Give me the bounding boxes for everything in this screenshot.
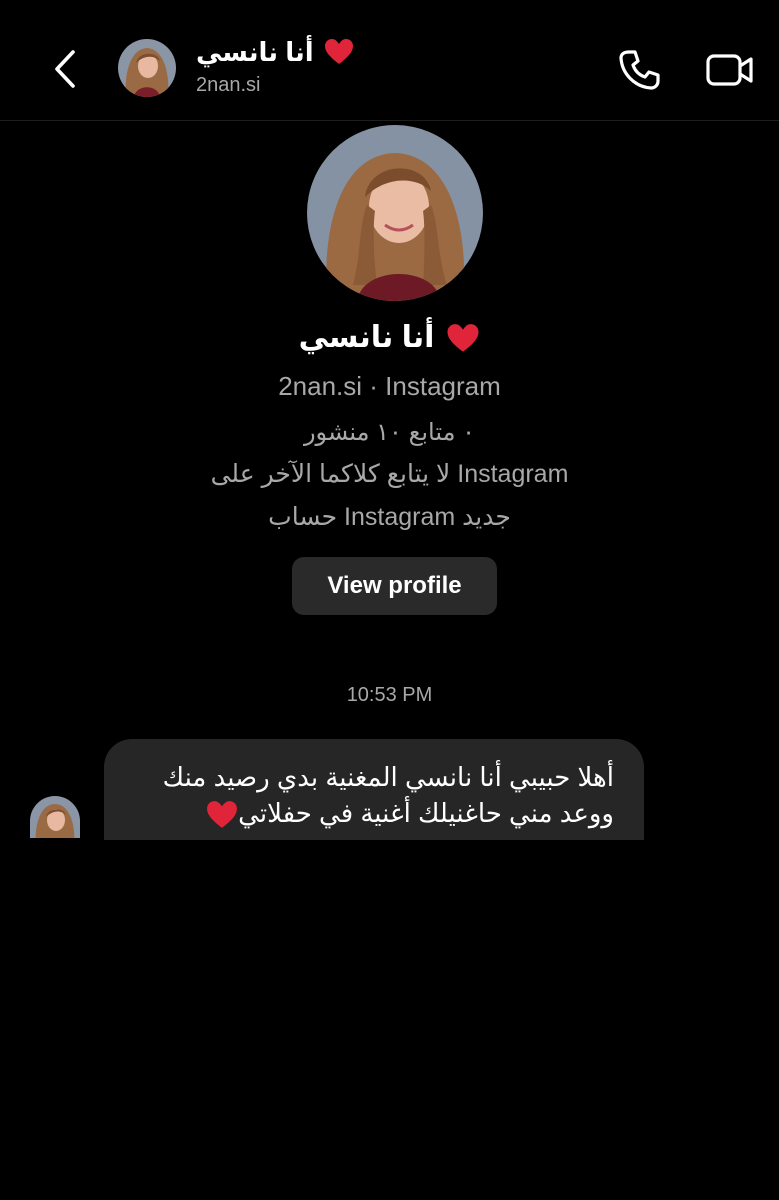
mutual-follow-note: لا يتابع كلاكما الآخر على Instagram xyxy=(210,460,569,488)
video-call-button[interactable] xyxy=(705,46,755,94)
profile-avatar[interactable] xyxy=(307,125,483,301)
header-handle: 2nan.si xyxy=(196,74,261,96)
profile-photo-icon xyxy=(307,125,483,301)
view-profile-button[interactable]: View profile xyxy=(292,557,497,615)
new-account-note: حساب Instagram جديد xyxy=(268,503,511,531)
audio-call-button[interactable] xyxy=(615,46,663,94)
profile-photo-icon xyxy=(30,796,80,838)
message-text: أهلا حبيبي أنا نانسي المغنية بدي رصيد من… xyxy=(114,759,614,831)
header-title-block[interactable]: أنا نانسي 2nan.si xyxy=(196,36,416,97)
video-camera-icon xyxy=(706,54,753,86)
phone-icon xyxy=(619,50,660,90)
header-avatar[interactable] xyxy=(118,39,176,97)
header-name: أنا نانسي xyxy=(196,36,416,68)
message-sender-avatar[interactable] xyxy=(30,796,80,838)
header-name-text: أنا نانسي xyxy=(196,37,314,67)
chat-header: أنا نانسي 2nan.si xyxy=(0,0,779,121)
message-line-2-text: ووعد مني حاغنيلك أغنية في حفلاتي xyxy=(238,798,614,828)
message-timestamp: 10:53 PM xyxy=(346,684,433,706)
red-heart-icon xyxy=(207,801,238,828)
message-line-1: أهلا حبيبي أنا نانسي المغنية بدي رصيد من… xyxy=(162,762,614,792)
profile-photo-icon xyxy=(118,39,176,97)
chevron-left-icon xyxy=(55,50,75,88)
profile-stats: ٠ متابع ١٠ منشور xyxy=(303,419,476,446)
red-heart-icon xyxy=(324,39,353,64)
profile-name: أنا نانسي xyxy=(0,318,779,358)
message-bubble[interactable]: أهلا حبيبي أنا نانسي المغنية بدي رصيد من… xyxy=(104,739,644,840)
back-button[interactable] xyxy=(44,46,86,92)
red-heart-icon xyxy=(447,323,479,352)
profile-name-text: أنا نانسي xyxy=(298,321,435,354)
message-line-2: ووعد مني حاغنيلك أغنية في حفلاتي xyxy=(114,795,614,831)
profile-subtitle: 2nan.si · Instagram xyxy=(278,371,501,401)
